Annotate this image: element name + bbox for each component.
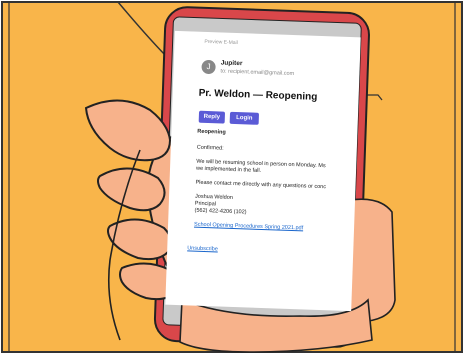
signature-phone: (562) 422-4206 (102) bbox=[194, 207, 247, 216]
confirmed-text: Confirmed: bbox=[196, 144, 224, 152]
unsubscribe-link[interactable]: Unsubscribe bbox=[187, 245, 218, 252]
login-button[interactable]: Login bbox=[229, 111, 260, 125]
body-line-2: we implemented in the fall. bbox=[195, 165, 262, 174]
email-subtitle: Preview E-Mail bbox=[204, 38, 238, 47]
sender-avatar: J bbox=[201, 59, 216, 75]
reply-button[interactable]: Reply bbox=[198, 110, 226, 124]
email-screen: Preview E-Mail J Jupiter to: recipient.e… bbox=[165, 30, 361, 312]
recipient-line: to: recipient.email@gmail.com bbox=[220, 68, 295, 78]
email-heading: Reopening bbox=[197, 128, 226, 136]
email-subject: Pr. Weldon — Reopening bbox=[198, 87, 318, 103]
attachment-link[interactable]: School Opening Procedures Spring 2021.pd… bbox=[194, 222, 303, 232]
sender-name: Jupiter bbox=[220, 59, 243, 68]
signature-title: Principal bbox=[194, 200, 217, 208]
contact-text: Please contact me directly with any ques… bbox=[195, 179, 327, 191]
illustration-frame: Preview E-Mail J Jupiter to: recipient.e… bbox=[0, 0, 464, 354]
